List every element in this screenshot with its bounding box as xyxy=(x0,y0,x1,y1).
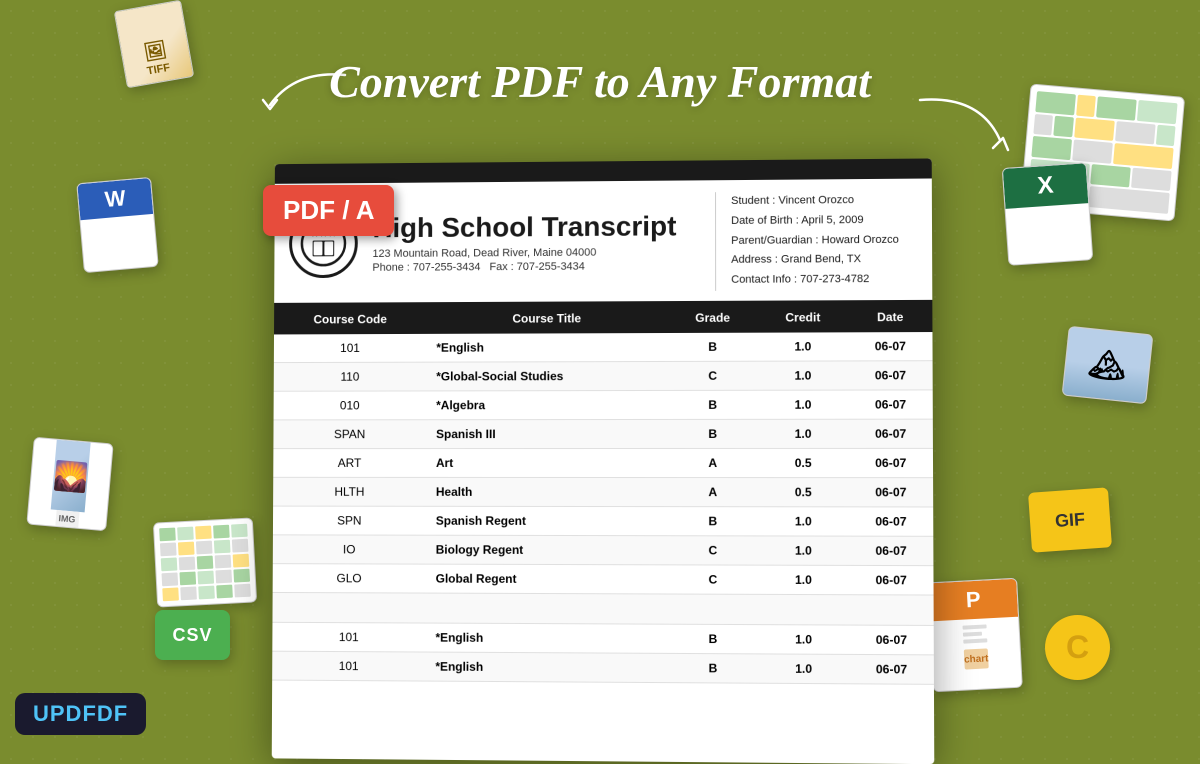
table-row: ART Art A 0.5 06-07 xyxy=(273,448,933,477)
cell-grade: C xyxy=(668,565,758,595)
tiff-file-icon: 🖼 TIFF xyxy=(120,5,190,85)
table-row: IO Biology Regent C 1.0 06-07 xyxy=(273,535,934,566)
cell-date: 06-07 xyxy=(848,419,933,448)
cell-credit: 1.0 xyxy=(758,332,849,361)
table-row: 101 *English B 1.0 06-07 xyxy=(272,622,934,655)
transcript-table: Course Code Course Title Grade Credit Da… xyxy=(272,302,934,685)
cell-date: 06-07 xyxy=(848,390,933,419)
cell-grade: C xyxy=(668,536,758,565)
cell-code: GLO xyxy=(273,564,426,593)
col-header-date: Date xyxy=(848,302,932,332)
cell-title: *English xyxy=(426,333,667,362)
cell-code: ART xyxy=(273,449,426,478)
cell-credit: 1.0 xyxy=(758,419,849,448)
col-header-code: Course Code xyxy=(274,304,427,334)
cell-grade: B xyxy=(668,390,758,419)
pdf-badge: PDF / A xyxy=(263,185,394,236)
cell-code: 010 xyxy=(274,391,427,420)
table-separator-row xyxy=(272,592,933,625)
table-row: 010 *Algebra B 1.0 06-07 xyxy=(274,390,933,420)
cell-date: 06-07 xyxy=(849,507,934,536)
cell-credit: 1.0 xyxy=(758,390,849,419)
student-guardian: Parent/Guardian : Howard Orozco xyxy=(731,230,917,251)
cell-code: 101 xyxy=(272,622,425,652)
col-header-grade: Grade xyxy=(668,303,758,333)
student-contact: Contact Info : 707-273-4782 xyxy=(731,270,917,291)
cell-date: 06-07 xyxy=(848,448,933,477)
cell-date: 06-07 xyxy=(849,625,934,655)
cell-credit: 1.0 xyxy=(758,625,849,655)
student-address: Address : Grand Bend, TX xyxy=(731,250,917,271)
cell-title: *English xyxy=(426,623,668,653)
cell-code: SPN xyxy=(273,506,426,535)
cell-date: 06-07 xyxy=(849,536,934,566)
table-row: 101 *English B 1.0 06-07 xyxy=(274,332,933,363)
updf-logo: UPDFDF xyxy=(15,693,146,735)
cell-title: *Global-Social Studies xyxy=(426,361,667,390)
col-header-credit: Credit xyxy=(758,302,848,332)
cell-date: 06-07 xyxy=(849,565,934,595)
photo-file-icon: 🏔 xyxy=(1065,330,1150,400)
hero-title: Convert PDF to Any Format xyxy=(329,55,871,108)
spreadsheet-file-icon xyxy=(155,520,255,610)
cell-date: 06-07 xyxy=(849,654,934,684)
excel-file-icon: X xyxy=(1005,165,1090,265)
cell-grade: A xyxy=(668,478,758,507)
cell-credit: 0.5 xyxy=(758,478,849,507)
cell-grade: A xyxy=(668,448,758,477)
table-row: SPN Spanish Regent B 1.0 06-07 xyxy=(273,506,933,536)
document-container: ★★★ High School Transcript 123 Mountain … xyxy=(272,158,935,764)
doc-address: 123 Mountain Road, Dead River, Maine 040… xyxy=(372,246,700,260)
cell-title: Art xyxy=(426,448,668,477)
cell-code: HLTH xyxy=(273,477,426,506)
cell-grade: B xyxy=(668,507,758,536)
cell-title: Biology Regent xyxy=(426,535,668,565)
cell-grade: B xyxy=(668,419,758,448)
cell-title: Spanish III xyxy=(426,419,668,448)
cell-title: *English xyxy=(425,652,667,683)
student-name: Student : Vincent Orozco xyxy=(731,191,917,212)
cell-title: Global Regent xyxy=(426,564,668,594)
cell-code: 110 xyxy=(274,362,427,391)
csv-file-icon: CSV xyxy=(155,610,230,660)
cell-date: 06-07 xyxy=(848,361,932,390)
table-row: HLTH Health A 0.5 06-07 xyxy=(273,477,933,507)
cell-credit: 1.0 xyxy=(758,507,849,536)
cell-credit: 1.0 xyxy=(758,536,849,565)
ppt-c-icon: P chart C xyxy=(930,550,1090,690)
cell-title: Health xyxy=(426,477,668,506)
cell-credit: 1.0 xyxy=(758,565,849,595)
doc-phone: Phone : 707-255-3434 Fax : 707-255-3434 xyxy=(372,260,700,274)
image-file-icon: 🌄 IMG xyxy=(30,440,110,530)
cell-grade: B xyxy=(668,653,758,683)
cell-grade: B xyxy=(668,624,758,654)
cell-credit: 1.0 xyxy=(758,361,849,390)
cell-code: 101 xyxy=(272,651,425,681)
table-row: GLO Global Regent C 1.0 06-07 xyxy=(273,564,934,595)
cell-grade: B xyxy=(668,333,758,362)
table-row: 110 *Global-Social Studies C 1.0 06-07 xyxy=(274,361,933,392)
cell-credit: 0.5 xyxy=(758,448,849,477)
table-row: 101 *English B 1.0 06-07 xyxy=(272,651,934,684)
student-info: Student : Vincent Orozco Date of Birth :… xyxy=(715,191,917,291)
col-header-title: Course Title xyxy=(427,303,668,334)
cell-title: Spanish Regent xyxy=(426,506,668,535)
table-header-row: Course Code Course Title Grade Credit Da… xyxy=(274,302,932,335)
cell-grade: C xyxy=(668,361,758,390)
table-row: SPAN Spanish III B 1.0 06-07 xyxy=(273,419,933,448)
student-dob: Date of Birth : April 5, 2009 xyxy=(731,210,917,231)
cell-code: 101 xyxy=(274,334,427,363)
word-file-icon: W xyxy=(80,180,155,270)
cell-date: 06-07 xyxy=(848,332,932,361)
cell-code: SPAN xyxy=(273,420,426,449)
doc-title: High School Transcript xyxy=(373,211,701,244)
cell-code: IO xyxy=(273,535,426,564)
gif-file-icon: GIF xyxy=(1030,490,1110,555)
cell-date: 06-07 xyxy=(849,478,934,507)
doc-title-area: High School Transcript 123 Mountain Road… xyxy=(372,211,700,274)
arrow-right-icon xyxy=(900,80,1020,160)
cell-title: *Algebra xyxy=(426,390,668,419)
cell-credit: 1.0 xyxy=(758,654,849,684)
